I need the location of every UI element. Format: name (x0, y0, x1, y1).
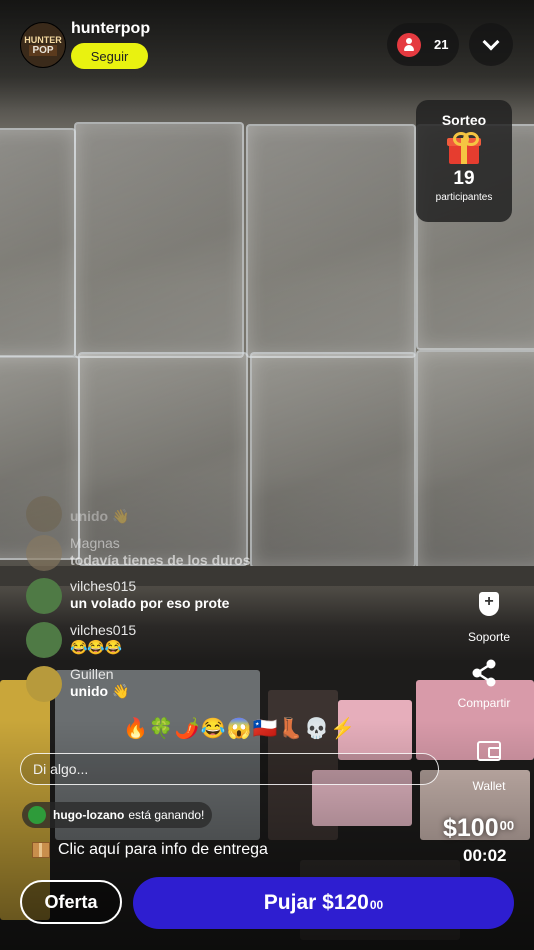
share-button[interactable]: Compartir (439, 658, 529, 710)
winning-bidder-badge: hugo-lozano está ganando! (22, 802, 213, 828)
giveaway-card[interactable]: Sorteo 19 participantes (416, 100, 512, 222)
viewer-count: 21 (434, 37, 449, 52)
gift-icon (447, 132, 481, 164)
chat-text: 😂😂😂 (70, 639, 123, 655)
chat-username: vilches015 (70, 622, 137, 638)
streamer-avatar[interactable]: HUNTER POP (20, 22, 66, 68)
avatar-text-bottom: POP (29, 44, 57, 56)
chat-text: unido 👋 (70, 683, 130, 699)
auction-timer: 00:02 (463, 846, 507, 865)
viewer-count-pill[interactable]: 21 (387, 23, 459, 66)
share-label: Compartir (457, 696, 511, 710)
package-icon (32, 842, 50, 858)
chat-message: vilches015 😂😂😂 (26, 622, 136, 658)
giveaway-count: 19 (453, 168, 475, 189)
chat-message: Guillen unido 👋 (26, 666, 129, 702)
chat-message: unido 👋 (26, 496, 129, 532)
delivery-text: Clic aquí para info de entrega (58, 841, 268, 858)
chat-input[interactable] (20, 753, 439, 785)
chat-username: vilches015 (70, 578, 137, 594)
winner-status: está ganando! (128, 808, 205, 822)
shield-icon (479, 592, 499, 616)
current-price: $10000 (443, 814, 514, 843)
emoji-reaction-bar[interactable]: 🔥🍀🌶️😂😱🇨🇱👢💀⚡ (123, 716, 356, 741)
price-cents: 00 (499, 818, 515, 833)
price-main: $100 (443, 814, 499, 842)
chat-username: Magnas (70, 535, 120, 551)
chat-avatar (26, 622, 62, 658)
bid-cents: 00 (369, 898, 384, 912)
winner-username: hugo-lozano (53, 808, 125, 822)
chat-avatar (26, 578, 62, 614)
winner-avatar (28, 806, 46, 824)
delivery-info-link[interactable]: Clic aquí para info de entrega (32, 841, 268, 859)
chat-username: Guillen (70, 666, 114, 682)
bid-label: Pujar $120 (263, 891, 369, 914)
chat-text: todavía tienes de los duros (70, 552, 251, 568)
viewer-icon (397, 32, 421, 57)
chat-avatar (26, 535, 62, 571)
chevron-down-icon (482, 33, 500, 51)
wallet-icon (477, 741, 501, 761)
share-icon (472, 659, 496, 687)
chat-message: Magnas todavía tienes de los duros (26, 535, 251, 571)
chat-text: un volado por eso prote (70, 595, 230, 611)
collapse-button[interactable] (469, 23, 513, 66)
chat-message: vilches015 un volado por eso prote (26, 578, 229, 614)
wallet-button[interactable]: Wallet (444, 735, 534, 793)
follow-button[interactable]: Seguir (71, 43, 148, 69)
giveaway-label: participantes (435, 192, 493, 203)
support-label: Soporte (467, 630, 511, 644)
bid-button[interactable]: Pujar $120 00 (133, 877, 514, 929)
chat-avatar (26, 496, 62, 532)
support-button[interactable]: Soporte (444, 588, 534, 644)
giveaway-title: Sorteo (441, 112, 487, 128)
offer-button[interactable]: Oferta (20, 880, 122, 924)
streamer-username[interactable]: hunterpop (71, 20, 150, 38)
avatar-text-top: HUNTER (24, 34, 62, 45)
chat-text: unido 👋 (70, 508, 130, 524)
chat-avatar (26, 666, 62, 702)
wallet-label: Wallet (472, 779, 506, 793)
